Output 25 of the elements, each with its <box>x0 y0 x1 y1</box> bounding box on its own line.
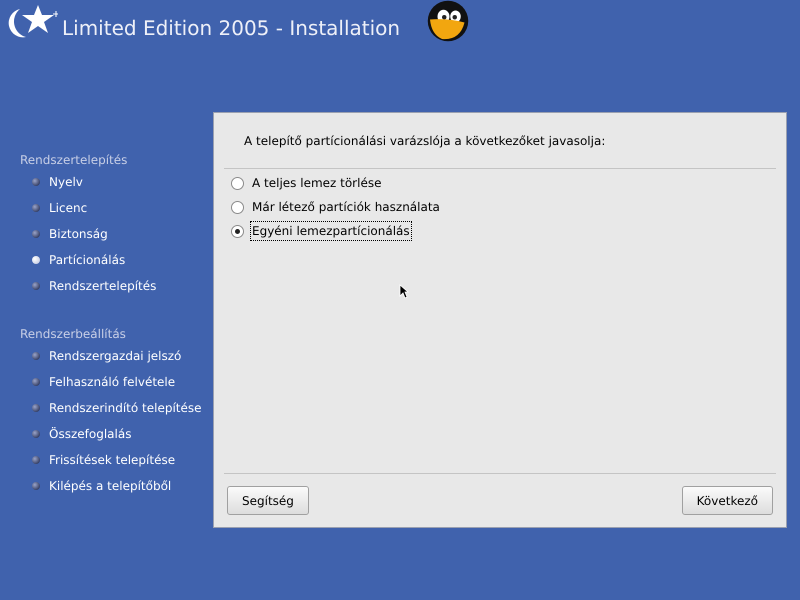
step-item: Összefoglalás <box>49 426 132 443</box>
step-item: Biztonság <box>49 226 108 243</box>
dialog-button[interactable]: Segítség <box>227 486 309 515</box>
step-item: Partícionálás <box>49 252 126 269</box>
radio-label[interactable]: Már létező partíciók használata <box>250 197 442 217</box>
step-item: Licenc <box>49 200 88 217</box>
step-item: Frissítések telepítése <box>49 452 176 469</box>
app-title: Limited Edition 2005 - Installation <box>62 15 400 42</box>
step-item: Rendszertelepítés <box>49 278 156 295</box>
section-heading: Rendszerbeállítás <box>20 326 127 343</box>
section-heading: Rendszertelepítés <box>20 152 128 169</box>
step-item: Kilépés a telepítőből <box>49 478 172 495</box>
radio-label[interactable]: Egyéni lemezpartícionálás <box>250 221 412 241</box>
step-item: Rendszerindító telepítése <box>49 400 202 417</box>
mouse-cursor-icon <box>399 284 409 299</box>
step-item: Rendszergazdai jelszó <box>49 348 182 365</box>
prompt-text: A telepítő partícionálási varázslója a következőket javasolja: <box>244 132 606 150</box>
radio-button[interactable] <box>231 224 244 238</box>
step-item: Felhasználó felvétele <box>49 374 176 391</box>
radio-button[interactable] <box>231 176 244 190</box>
radio-button[interactable] <box>231 200 244 214</box>
radio-label[interactable]: A teljes lemez törlése <box>250 173 384 193</box>
dialog-button[interactable]: Következő <box>682 486 773 515</box>
step-item: Nyelv <box>49 174 83 191</box>
star-logo-icon <box>6 3 58 39</box>
